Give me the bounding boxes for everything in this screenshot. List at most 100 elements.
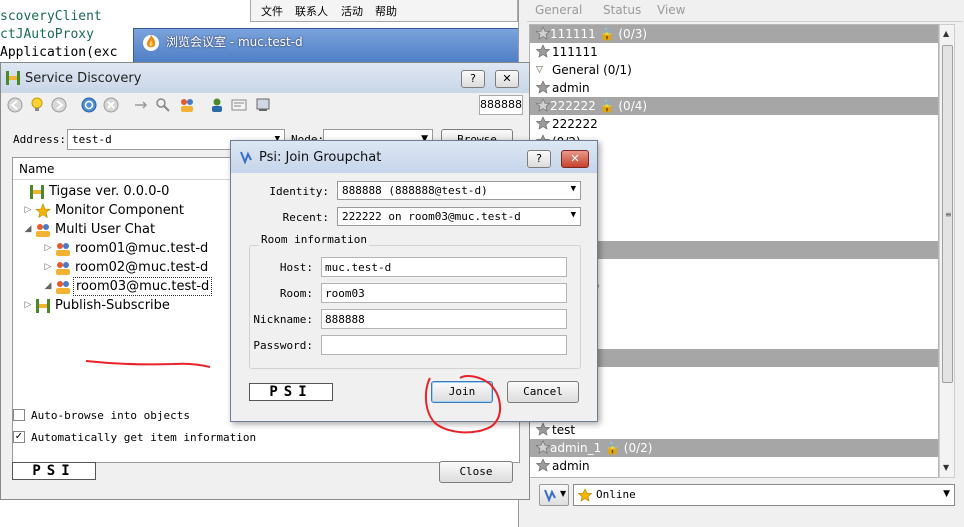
recent-label: Recent: (282, 211, 329, 224)
expanded-arrow-icon[interactable]: ◢ (23, 220, 33, 239)
collapsed-arrow-icon[interactable]: ▷ (23, 201, 33, 220)
checkmark-icon: ✓ (14, 431, 24, 442)
address-value: test-d (72, 133, 112, 146)
address-label: Address: (13, 133, 66, 146)
collapsed-arrow-icon[interactable]: ▷ (23, 296, 33, 315)
menu-help[interactable]: 帮助 (375, 3, 397, 19)
roster-menu-view[interactable]: View (657, 3, 685, 17)
server-icon (36, 299, 50, 313)
service-discovery-titlebar[interactable]: Service Discovery ? ✕ (1, 63, 529, 93)
room-browser-window-titlebar[interactable]: 浏览会议室 - muc.test-d (133, 28, 528, 62)
stop-icon[interactable] (103, 97, 119, 113)
roster-contact-row[interactable]: ▽ General (0/1) (530, 61, 938, 79)
psi-menu-button[interactable]: ▼ (539, 484, 569, 506)
host-input[interactable]: muc.test-d (321, 257, 567, 277)
tree-item-label: room03@muc.test-d (73, 277, 213, 296)
roster-group-row[interactable]: 222222 🔒 (0/4) (530, 97, 938, 115)
code-line: scoveryClient (0, 9, 102, 24)
roster-row-label: General (0/1) (552, 63, 632, 77)
roster-contact-row[interactable]: 111111 (530, 43, 938, 61)
service-discovery-title: Service Discovery (25, 71, 142, 86)
search-users-icon[interactable] (155, 97, 171, 113)
roster-row-label: test (552, 423, 576, 437)
roster-contact-row[interactable]: 222222 (530, 115, 938, 133)
roster-contact-row[interactable]: admin (530, 79, 938, 97)
close-window-button[interactable]: ✕ (495, 70, 519, 88)
status-select[interactable]: Online ▼ (573, 484, 955, 506)
auto-browse-checkbox[interactable] (13, 409, 25, 421)
menu-contacts[interactable]: 联系人 (295, 3, 328, 19)
forward-icon[interactable] (51, 97, 67, 113)
help-button[interactable]: ? (461, 70, 485, 88)
cancel-button[interactable]: Cancel (507, 381, 579, 403)
roster-group-row[interactable]: admin_1 🔒 (0/2) (530, 439, 938, 457)
join-groupchat-titlebar[interactable]: Psi: Join Groupchat ? ✕ (231, 141, 597, 173)
nickname-input[interactable]: 888888 (321, 309, 567, 329)
back-icon[interactable] (7, 97, 23, 113)
offline-star-icon (536, 440, 550, 454)
auto-info-checkbox[interactable]: ✓ (13, 431, 25, 443)
add-contact-icon[interactable] (209, 97, 225, 113)
scroll-up-icon[interactable]: ▲ (943, 29, 949, 38)
nickname-label: Nickname: (253, 313, 313, 326)
close-button[interactable]: Close (439, 461, 513, 483)
menu-file[interactable]: 文件 (261, 3, 283, 19)
tree-item-label: room01@muc.test-d (75, 241, 209, 256)
close-window-button[interactable]: ✕ (561, 150, 589, 168)
roster-scrollbar[interactable]: ▲ ≡ ▼ (939, 24, 955, 478)
chevron-down-icon[interactable]: ▽ (536, 61, 543, 79)
offline-star-icon (536, 458, 550, 472)
red-annotation-circle (424, 375, 501, 434)
join-groupchat-dialog: Psi: Join Groupchat ? ✕ Identity: 888888… (230, 140, 598, 422)
node-value-field[interactable]: 888888 (479, 95, 523, 115)
recent-select[interactable]: 222222 on room03@muc.test-d ▼ (337, 207, 581, 226)
tree-item-label: Tigase ver. 0.0.0-0 (49, 184, 170, 199)
offline-star-icon (536, 116, 550, 130)
roster-row-label: admin (552, 81, 590, 95)
recent-value: 222222 on room03@muc.test-d (342, 210, 521, 223)
roster-group-row[interactable]: 111111 🔒 (0/3) (530, 25, 938, 43)
roster-contact-row[interactable]: admin (530, 457, 938, 475)
roster-scroll-thumb[interactable]: ≡ (942, 45, 953, 383)
menu-activity[interactable]: 活动 (341, 3, 363, 19)
users-icon (36, 224, 50, 237)
roster-status-bar: ▼ Online ▼ (529, 484, 959, 506)
identity-select[interactable]: 888888 (888888@test-d) ▼ (337, 181, 581, 200)
roster-row-label: 222222 (552, 117, 598, 131)
arrow-right-icon[interactable] (133, 97, 149, 113)
users-icon (56, 243, 70, 256)
register-icon[interactable] (255, 97, 271, 113)
offline-star-icon (536, 44, 550, 58)
status-label: Online (596, 488, 636, 501)
chevron-down-icon: ▼ (943, 489, 950, 499)
tree-item-label: Publish-Subscribe (55, 298, 170, 313)
password-input[interactable] (321, 335, 567, 355)
psi-logo: PSI (249, 383, 333, 401)
collapsed-arrow-icon[interactable]: ▷ (43, 258, 53, 277)
users-icon (56, 262, 70, 275)
groupchat-icon[interactable] (179, 97, 195, 113)
refresh-icon[interactable] (81, 97, 97, 113)
auto-info-label: Automatically get item information (31, 431, 257, 444)
roster-contact-row[interactable]: test (530, 421, 938, 439)
info-card-icon[interactable] (231, 97, 247, 113)
help-button[interactable]: ? (527, 150, 551, 168)
identity-label: Identity: (269, 185, 329, 198)
expanded-arrow-icon[interactable]: ◢ (43, 277, 53, 296)
host-label: Host: (279, 261, 313, 274)
join-groupchat-title: Psi: Join Groupchat (259, 150, 382, 165)
offline-star-icon (536, 80, 550, 94)
collapsed-arrow-icon[interactable]: ▷ (43, 239, 53, 258)
online-star-icon (578, 488, 592, 502)
chevron-down-icon: ▼ (570, 210, 576, 220)
room-label: Room: (279, 287, 313, 300)
chevron-down-icon: ▼ (560, 489, 567, 498)
scroll-down-icon[interactable]: ▼ (943, 463, 949, 472)
roster-menu-general[interactable]: General (535, 3, 582, 17)
cn-app-menubar: 文件 联系人 活动 帮助 (250, 0, 518, 22)
room-browser-title: 浏览会议室 - muc.test-d (166, 35, 303, 49)
roster-menu-status[interactable]: Status (603, 3, 641, 17)
room-input[interactable]: room03 (321, 283, 567, 303)
password-label: Password: (253, 339, 313, 352)
lightbulb-icon[interactable] (29, 97, 45, 113)
